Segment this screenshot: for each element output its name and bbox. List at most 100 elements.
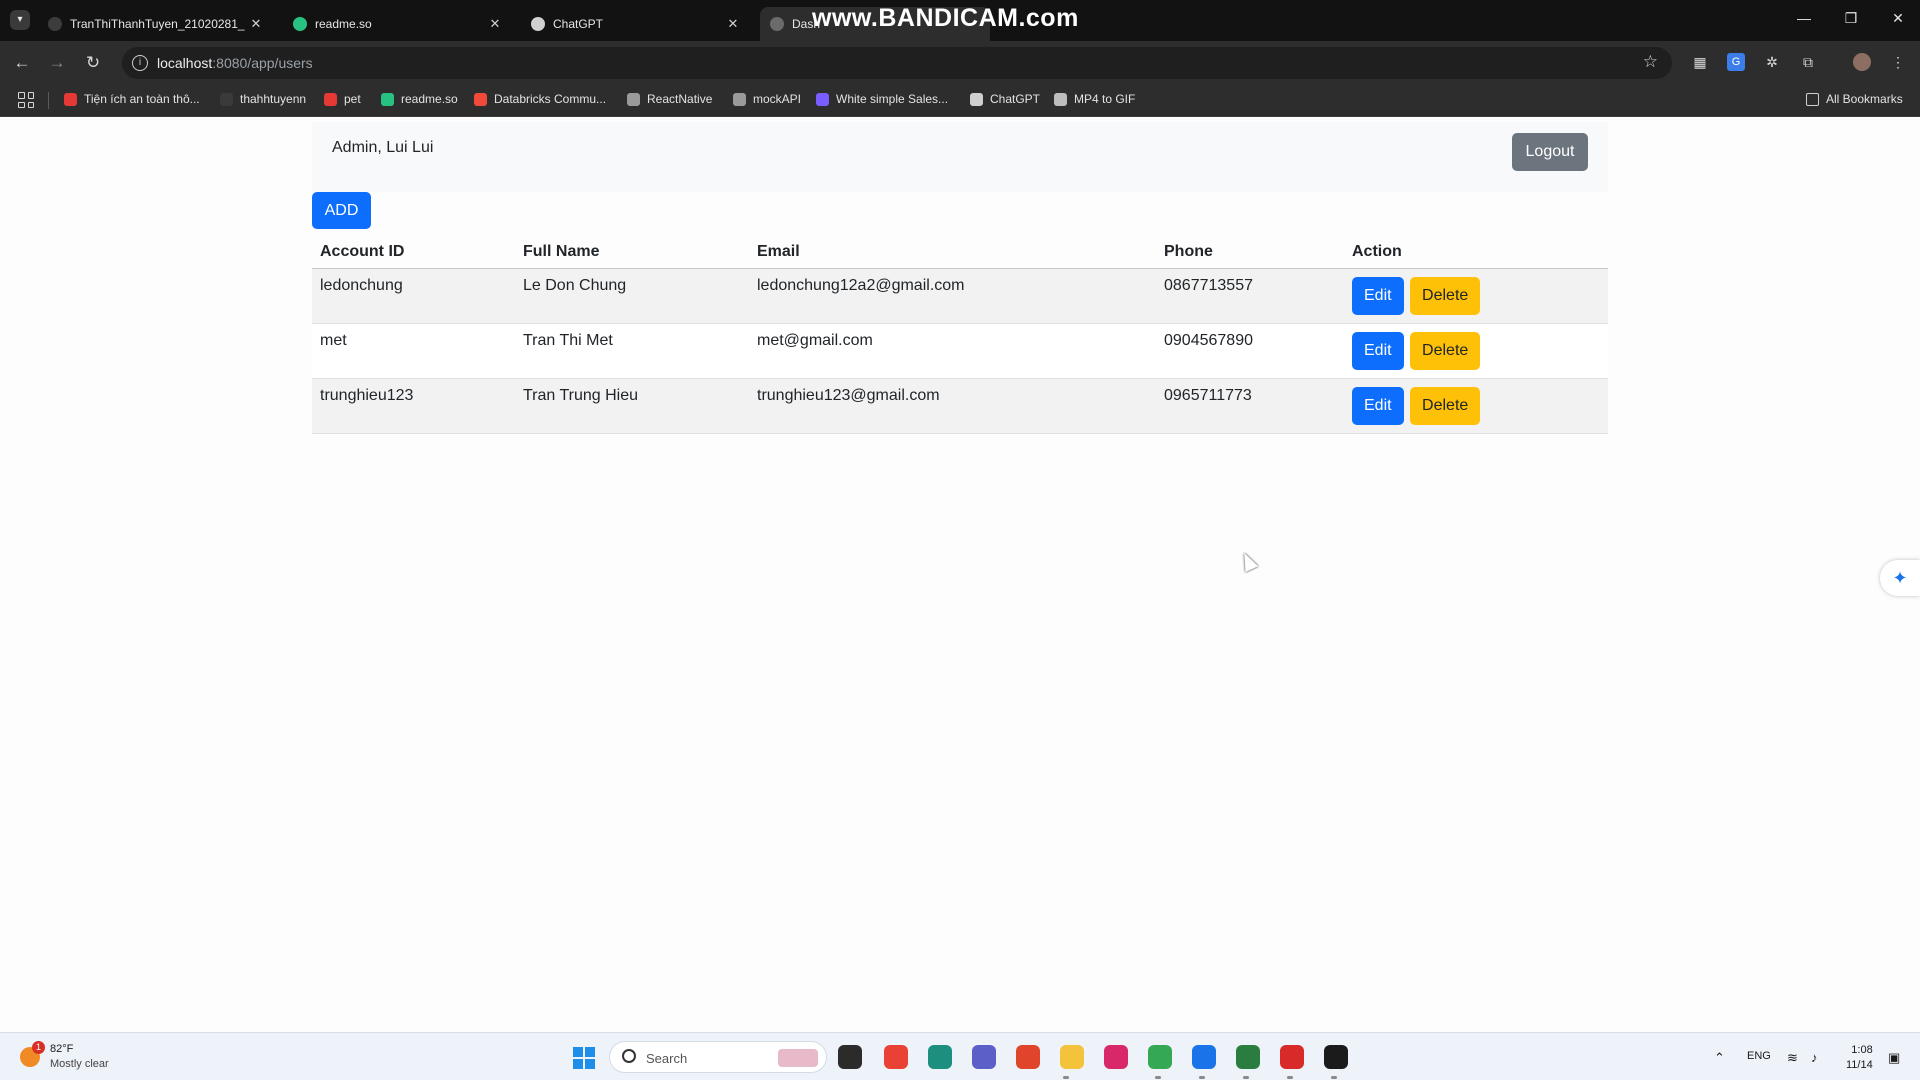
address-bar[interactable]: i localhost:8080/app/users ☆ [122,47,1672,79]
volume-icon[interactable]: ♪ [1811,1050,1818,1065]
bookmark-item[interactable]: ReactNative [627,92,712,106]
windows-taskbar: 1 82°F Mostly clear Search ⌃ ENG ≋ ♪ 1:0… [0,1032,1920,1080]
url-text[interactable]: localhost:8080/app/users [157,55,313,71]
file-explorer-icon[interactable] [838,1045,862,1069]
bookmark-favicon-icon [64,92,77,106]
edit-button[interactable]: Edit [1352,331,1404,370]
tab-close-icon[interactable]: ✕ [487,16,503,32]
extensions-puzzle-icon[interactable]: ⧉ [1799,53,1817,71]
chrome-icon[interactable] [884,1045,908,1069]
intellij-icon[interactable] [1104,1045,1128,1069]
browser-tab[interactable]: readme.so ✕ [283,7,513,41]
assistant-sparkle-icon[interactable]: ✦ [1880,560,1920,596]
edit-button[interactable]: Edit [1352,276,1404,315]
forward-icon[interactable]: → [45,51,69,75]
bookmark-label: readme.so [401,92,458,106]
running-indicator [1287,1076,1293,1079]
terminal-icon[interactable] [1324,1045,1348,1069]
tab-favicon-icon [48,17,62,31]
bookmark-item[interactable]: White simple Sales... [816,92,948,106]
page-content: Admin, Lui Lui Logout ADD Account ID Ful… [0,118,1920,1032]
header-action: Action [1344,236,1608,269]
all-bookmarks[interactable]: All Bookmarks [1806,92,1903,106]
site-info-icon[interactable]: i [132,55,148,71]
teams-icon[interactable] [972,1045,996,1069]
delete-button[interactable]: Delete [1410,276,1481,315]
table-header-row: Account ID Full Name Email Phone Action [312,236,1608,269]
taskbar-search[interactable]: Search [609,1041,827,1073]
cell-full-name: Tran Trung Hieu [515,378,749,434]
cell-account-id: ledonchung [312,268,515,324]
tab-search-button[interactable]: ▾ [10,10,30,30]
bookmark-star-icon[interactable]: ☆ [1643,52,1658,72]
browser-menu-icon[interactable]: ⋮ [1889,53,1907,71]
search-placeholder: Search [646,1051,688,1066]
apps-grid-icon[interactable] [18,92,34,108]
bookmark-favicon-icon [1054,92,1067,106]
tray-chevron-icon[interactable]: ⌃ [1714,1050,1725,1066]
bookmark-favicon-icon [220,92,233,106]
weather-temperature[interactable]: 82°F [50,1043,73,1055]
system-clock[interactable]: 1:08 11/14 [1846,1043,1873,1073]
cell-email: trunghieu123@gmail.com [749,378,1156,434]
search-icon [622,1049,636,1063]
hs-icon[interactable] [1236,1045,1260,1069]
browser-tab[interactable]: ChatGPT ✕ [521,7,751,41]
bookmark-item[interactable]: readme.so [381,92,458,106]
tab-title: readme.so [315,17,372,31]
bookmarks-bar: Tiện ích an toàn thô... thahhtuyenn pet rea… [0,84,1920,117]
back-icon[interactable]: ← [10,51,34,75]
bookmark-item[interactable]: Tiện ích an toàn thô... [64,92,200,106]
bookmark-item[interactable]: MP4 to GIF [1054,92,1135,106]
delete-button[interactable]: Delete [1410,331,1481,370]
bookmark-label: White simple Sales... [836,92,949,106]
bookmark-favicon-icon [474,92,487,106]
profile-avatar[interactable] [1853,53,1871,71]
chrome-active-icon[interactable] [1148,1045,1172,1069]
cell-phone: 0867713557 [1156,268,1344,324]
restore-icon[interactable]: ❐ [1841,10,1861,27]
office-icon[interactable] [1016,1045,1040,1069]
folder-icon[interactable] [1060,1045,1084,1069]
users-table: Account ID Full Name Email Phone Action … [312,236,1608,434]
extension-gear-icon[interactable]: ✲ [1763,53,1781,71]
bookmark-item[interactable]: ChatGPT [970,92,1040,106]
bookmark-favicon-icon [627,92,640,106]
cell-account-id: trunghieu123 [312,378,515,434]
bookmark-item[interactable]: mockAPI [733,92,801,106]
browser-tab[interactable]: TranThiThanhTuyen_21020281_ ✕ [38,7,274,41]
reload-icon[interactable]: ↻ [81,51,105,75]
record-icon[interactable] [1280,1045,1304,1069]
notification-bell-icon[interactable]: ▣ [1888,1050,1900,1066]
windows-start-icon[interactable] [573,1047,595,1069]
add-user-button[interactable]: ADD [312,192,371,229]
zalo-icon[interactable] [1192,1045,1216,1069]
cell-action: Edit Delete [1344,378,1608,434]
bookmark-item[interactable]: pet [324,92,361,106]
edge-icon[interactable] [928,1045,952,1069]
bookmark-separator [48,92,49,109]
bookmark-label: Tiện ích an toàn thô... [84,92,200,106]
weather-description[interactable]: Mostly clear [50,1058,109,1070]
bookmark-label: pet [344,92,361,106]
edit-button[interactable]: Edit [1352,386,1404,425]
bookmark-item[interactable]: Databricks Commu... [474,92,606,106]
bookmark-favicon-icon [733,92,746,106]
tab-title: TranThiThanhTuyen_21020281_ [70,17,245,31]
tab-close-icon[interactable]: ✕ [725,16,741,32]
bookmark-item[interactable]: thahhtuyenn [220,92,306,106]
tab-close-icon[interactable]: ✕ [248,16,264,32]
cell-action: Edit Delete [1344,323,1608,379]
language-indicator[interactable]: ENG [1747,1050,1771,1062]
browser-titlebar: ▾ TranThiThanhTuyen_21020281_ ✕ readme.so ✕… [0,0,1920,41]
table-row: trunghieu123 Tran Trung Hieu trunghieu123@… [312,378,1608,434]
cell-account-id: met [312,323,515,379]
search-highlight-image [778,1049,818,1067]
delete-button[interactable]: Delete [1410,386,1481,425]
translate-icon[interactable]: G [1727,53,1745,71]
minimize-icon[interactable]: — [1794,10,1814,26]
logout-button[interactable]: Logout [1512,133,1588,171]
close-window-icon[interactable]: ✕ [1888,10,1908,27]
wifi-icon[interactable]: ≋ [1787,1050,1798,1066]
qr-code-icon[interactable]: ▦ [1691,53,1709,71]
